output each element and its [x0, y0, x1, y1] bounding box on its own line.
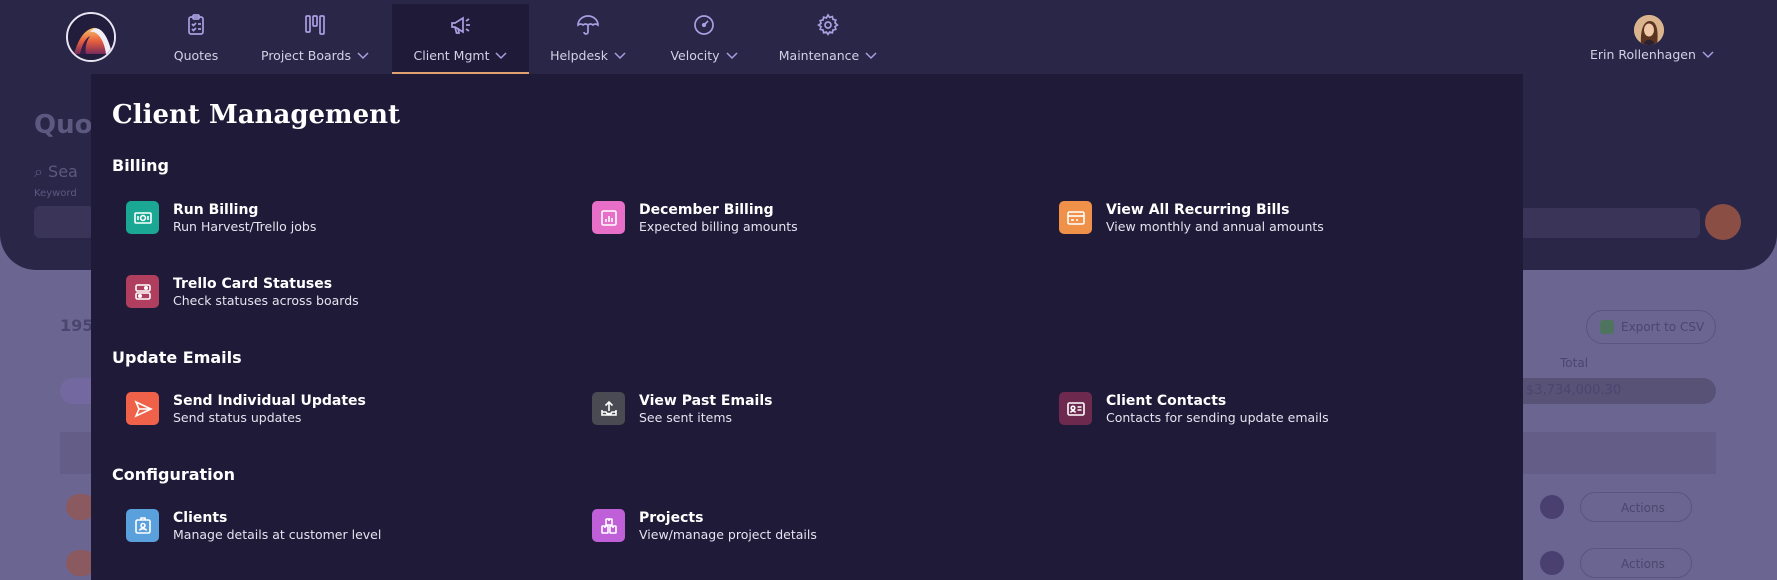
chevron-down-icon	[357, 51, 369, 59]
nav-quotes-label: Quotes	[173, 48, 219, 63]
nav-quotes[interactable]: Quotes	[154, 4, 238, 74]
background-row-dot	[1540, 495, 1564, 519]
gauge-icon	[694, 15, 714, 35]
menu-item-title: Send Individual Updates	[173, 393, 366, 409]
megaphone-icon	[450, 16, 470, 34]
section-billing-heading: Billing	[112, 156, 169, 175]
background-export-button: Export to CSV	[1586, 310, 1716, 344]
top-navbar: Quotes Project Boards Client Mgmt Helpde…	[0, 0, 1777, 74]
nav-helpdesk-label: Helpdesk	[550, 48, 608, 63]
menu-item-subtitle: Expected billing amounts	[639, 219, 798, 234]
contact-card-icon	[1059, 392, 1092, 425]
menu-item-subtitle: Manage details at customer level	[173, 527, 382, 542]
background-search-button	[1705, 204, 1741, 240]
nav-client-mgmt[interactable]: Client Mgmt	[392, 4, 529, 74]
nav-maintenance[interactable]: Maintenance	[778, 4, 878, 74]
background-search-hint: ⌕ Sea	[34, 162, 78, 181]
menu-item-title: Client Contacts	[1106, 393, 1227, 409]
nav-velocity-label: Velocity	[670, 48, 720, 63]
menu-item-run-billing[interactable]: Run Billing Run Harvest/Trello jobs	[126, 201, 316, 235]
umbrella-icon	[577, 15, 599, 35]
menu-item-clients[interactable]: Clients Manage details at customer level	[126, 509, 381, 543]
badge-icon	[126, 509, 159, 542]
menu-title: Client Management	[112, 100, 401, 130]
background-total-label: Total	[1560, 356, 1589, 370]
user-menu[interactable]: Erin Rollenhagen	[1590, 47, 1714, 62]
logo-icon	[69, 15, 114, 60]
card-icon	[1059, 201, 1092, 234]
section-configuration-heading: Configuration	[112, 465, 236, 484]
avatar-icon	[1634, 15, 1664, 45]
menu-item-title: Clients	[173, 510, 228, 526]
menu-item-projects[interactable]: Projects View/manage project details	[592, 509, 817, 543]
paper-plane-icon	[126, 392, 159, 425]
inbox-upload-icon	[592, 392, 625, 425]
user-avatar[interactable]	[1634, 15, 1664, 45]
nav-velocity[interactable]: Velocity	[664, 4, 744, 74]
nav-project-boards[interactable]: Project Boards	[255, 4, 375, 74]
background-actions-button: Actions	[1580, 492, 1692, 522]
background-row-dot	[1540, 551, 1564, 575]
client-mgmt-dropdown: Client Management Billing Run Billing Ru…	[91, 74, 1523, 580]
chevron-down-icon	[495, 51, 508, 59]
nav-project-boards-label: Project Boards	[261, 48, 351, 63]
nav-client-mgmt-label: Client Mgmt	[413, 48, 490, 63]
background-search-text: Sea	[48, 162, 78, 181]
menu-item-title: December Billing	[639, 202, 774, 218]
menu-item-subtitle: View monthly and annual amounts	[1106, 219, 1324, 234]
chevron-down-icon	[1702, 50, 1714, 58]
menu-item-subtitle: Check statuses across boards	[173, 293, 359, 308]
background-record-count: 195	[60, 316, 94, 335]
menu-item-recurring-bills[interactable]: View All Recurring Bills View monthly an…	[1059, 201, 1324, 235]
cash-icon	[126, 201, 159, 234]
menu-item-trello-card-statuses[interactable]: Trello Card Statuses Check statuses acro…	[126, 275, 359, 309]
user-name: Erin Rollenhagen	[1590, 47, 1696, 62]
background-filter-field	[1500, 208, 1700, 238]
menu-item-subtitle: See sent items	[639, 410, 733, 425]
menu-item-title: Trello Card Statuses	[173, 276, 333, 292]
menu-item-december-billing[interactable]: December Billing Expected billing amount…	[592, 201, 798, 235]
clipboard-icon	[188, 14, 204, 35]
kanban-icon	[305, 15, 325, 35]
menu-item-title: Projects	[639, 510, 704, 526]
chevron-down-icon	[725, 51, 738, 59]
nav-helpdesk[interactable]: Helpdesk	[546, 4, 630, 74]
toggle-icon	[126, 275, 159, 308]
menu-item-client-contacts[interactable]: Client Contacts Contacts for sending upd…	[1059, 392, 1329, 426]
section-update-emails-heading: Update Emails	[112, 348, 242, 367]
menu-item-title: View All Recurring Bills	[1106, 202, 1290, 218]
background-page-title: Quo	[34, 110, 93, 140]
menu-item-view-past-emails[interactable]: View Past Emails See sent items	[592, 392, 772, 426]
gear-icon	[817, 13, 839, 36]
menu-item-subtitle: View/manage project details	[639, 527, 817, 542]
boxes-icon	[592, 509, 625, 542]
background-actions-button: Actions	[1580, 548, 1692, 578]
chevron-down-icon	[614, 51, 626, 59]
menu-item-title: View Past Emails	[639, 393, 773, 409]
background-total-value: $3,734,000.30	[1512, 378, 1716, 404]
menu-item-subtitle: Send status updates	[173, 410, 302, 425]
nav-maintenance-label: Maintenance	[778, 48, 860, 63]
menu-item-title: Run Billing	[173, 202, 259, 218]
menu-item-subtitle: Run Harvest/Trello jobs	[173, 219, 317, 234]
chart-icon	[592, 201, 625, 234]
background-keyword-label: Keyword	[34, 188, 77, 199]
chevron-down-icon	[865, 51, 877, 59]
background-keyword-field	[34, 206, 94, 238]
app-logo[interactable]	[66, 12, 116, 62]
menu-item-subtitle: Contacts for sending update emails	[1106, 410, 1329, 425]
menu-item-send-individual-updates[interactable]: Send Individual Updates Send status upda…	[126, 392, 366, 426]
